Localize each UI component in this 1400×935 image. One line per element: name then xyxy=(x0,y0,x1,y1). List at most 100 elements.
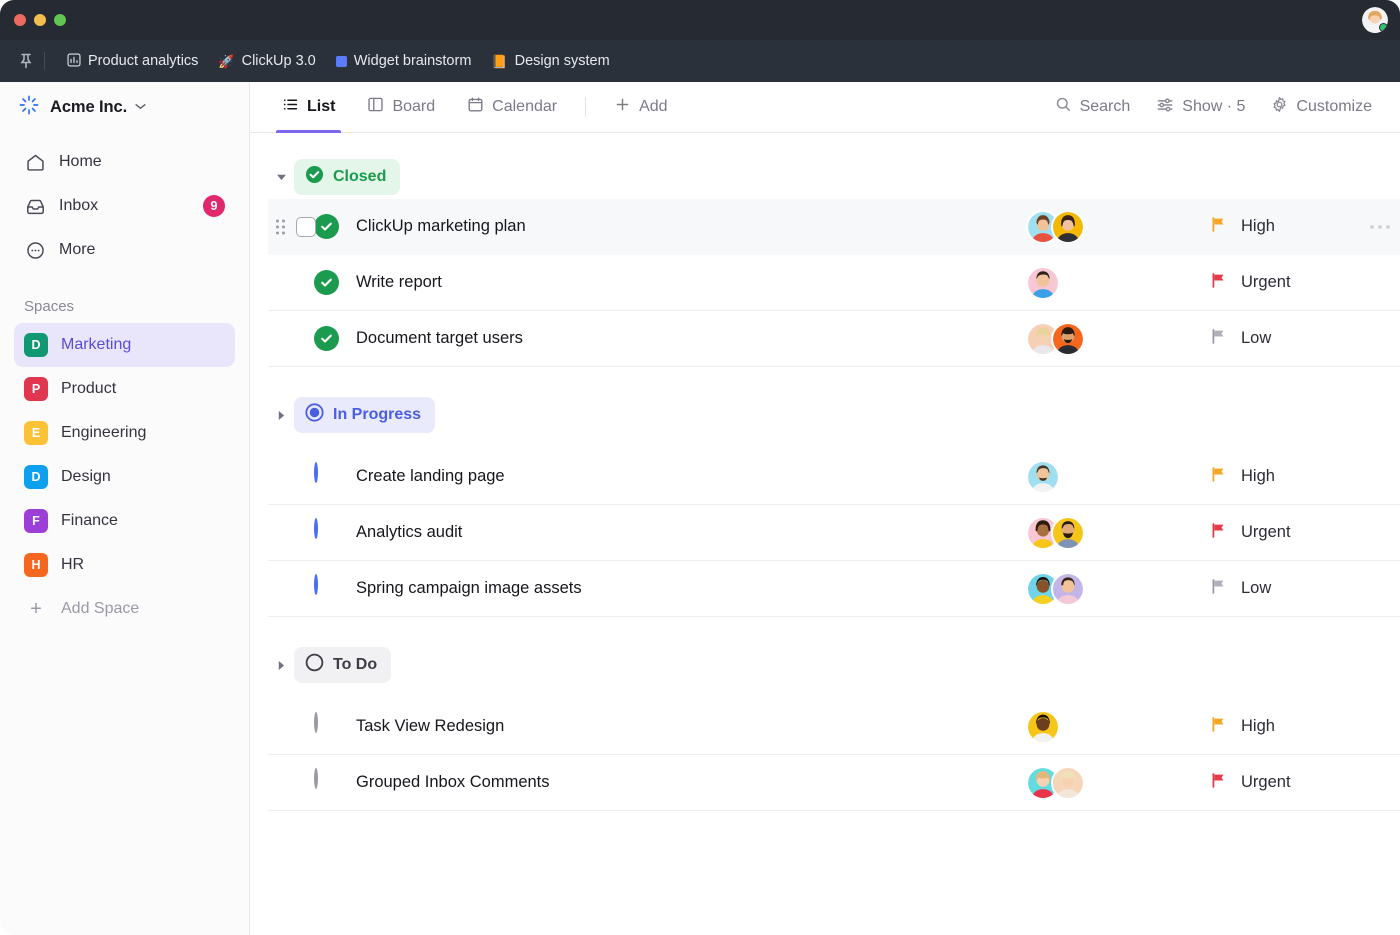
avatar[interactable] xyxy=(1051,210,1085,244)
task-name[interactable]: Task View Redesign xyxy=(356,717,1020,736)
task-name[interactable]: Write report xyxy=(356,273,1020,292)
pinned-tab-design-system[interactable]: 📙 Design system xyxy=(481,49,619,73)
assignee-group[interactable] xyxy=(1020,516,1190,550)
status-todo-icon[interactable] xyxy=(314,770,340,796)
status-open-icon[interactable] xyxy=(314,464,340,490)
status-done-icon[interactable] xyxy=(314,326,340,352)
spaces-heading: Spaces xyxy=(0,272,249,323)
assignee-group[interactable] xyxy=(1020,766,1190,800)
sidebar-item-more[interactable]: More xyxy=(14,228,235,272)
add-space-button[interactable]: + Add Space xyxy=(14,587,235,631)
search-button[interactable]: Search xyxy=(1045,90,1141,124)
tab-label: Calendar xyxy=(492,98,557,116)
avatar[interactable] xyxy=(1051,572,1085,606)
sidebar: Acme Inc. Home xyxy=(0,82,250,935)
group-header-to-do[interactable]: To Do xyxy=(250,643,1400,687)
priority-cell[interactable]: Low xyxy=(1190,328,1400,350)
sidebar-space-marketing[interactable]: D Marketing xyxy=(14,323,235,367)
row-more-menu[interactable] xyxy=(1370,225,1390,229)
maximize-window-button[interactable] xyxy=(54,14,66,26)
table-row[interactable]: Write report Urgent xyxy=(268,255,1400,311)
sidebar-space-engineering[interactable]: E Engineering xyxy=(14,411,235,455)
pinned-tab-widget-brainstorm[interactable]: Widget brainstorm xyxy=(326,49,482,73)
group-header-in-progress[interactable]: In Progress xyxy=(250,393,1400,437)
status-badge-in-progress[interactable]: In Progress xyxy=(294,397,435,433)
priority-cell[interactable]: High xyxy=(1190,466,1400,488)
status-todo-icon[interactable] xyxy=(314,714,340,740)
task-list: Closed ClickUp mark xyxy=(250,133,1400,935)
assignee-group[interactable] xyxy=(1020,710,1190,744)
expand-caret-icon[interactable] xyxy=(268,410,294,421)
table-row[interactable]: Analytics audit xyxy=(268,505,1400,561)
priority-flag-icon xyxy=(1210,272,1227,294)
status-open-icon[interactable] xyxy=(314,520,340,546)
workspace-switcher[interactable]: Acme Inc. xyxy=(0,82,249,132)
priority-cell[interactable]: High xyxy=(1190,216,1400,238)
status-done-icon[interactable] xyxy=(314,214,340,240)
assignee-group[interactable] xyxy=(1020,322,1190,356)
task-name[interactable]: Create landing page xyxy=(356,467,1020,486)
add-view-button[interactable]: Add xyxy=(600,82,681,132)
sidebar-space-finance[interactable]: F Finance xyxy=(14,499,235,543)
pin-icon[interactable] xyxy=(14,53,38,69)
show-filters-button[interactable]: Show · 5 xyxy=(1146,90,1255,125)
assignee-group[interactable] xyxy=(1020,572,1190,606)
pinned-tab-clickup-30[interactable]: 🚀 ClickUp 3.0 xyxy=(208,49,325,73)
priority-cell[interactable]: Urgent xyxy=(1190,272,1400,294)
current-user-avatar[interactable] xyxy=(1362,7,1388,33)
task-name[interactable]: ClickUp marketing plan xyxy=(356,217,1020,236)
priority-cell[interactable]: Urgent xyxy=(1190,522,1400,544)
table-row[interactable]: Spring campaign image assets xyxy=(268,561,1400,617)
minimize-window-button[interactable] xyxy=(34,14,46,26)
assignee-group[interactable] xyxy=(1020,266,1190,300)
avatar[interactable] xyxy=(1051,516,1085,550)
expand-caret-icon[interactable] xyxy=(268,660,294,671)
table-row[interactable]: Document target users xyxy=(268,311,1400,367)
pinned-tab-label: Product analytics xyxy=(88,53,198,69)
tab-board[interactable]: Board xyxy=(353,82,449,132)
avatar[interactable] xyxy=(1026,710,1060,744)
avatar[interactable] xyxy=(1026,266,1060,300)
table-row[interactable]: ClickUp marketing plan xyxy=(268,199,1400,255)
assignee-group[interactable] xyxy=(1020,460,1190,494)
sidebar-item-home[interactable]: Home xyxy=(14,140,235,184)
row-checkbox[interactable] xyxy=(296,217,316,237)
drag-handle[interactable] xyxy=(276,219,288,234)
group-spacer xyxy=(250,617,1400,643)
workspace-name: Acme Inc. xyxy=(50,98,127,117)
table-row[interactable]: Task View Redesign High xyxy=(268,699,1400,755)
assignee-group[interactable] xyxy=(1020,210,1190,244)
avatar[interactable] xyxy=(1026,460,1060,494)
priority-label: Urgent xyxy=(1241,273,1291,292)
sidebar-space-product[interactable]: P Product xyxy=(14,367,235,411)
table-row[interactable]: Create landing page High xyxy=(268,449,1400,505)
task-name[interactable]: Grouped Inbox Comments xyxy=(356,773,1020,792)
close-window-button[interactable] xyxy=(14,14,26,26)
priority-cell[interactable]: High xyxy=(1190,716,1400,738)
sidebar-item-inbox[interactable]: Inbox 9 xyxy=(14,184,235,228)
sidebar-space-design[interactable]: D Design xyxy=(14,455,235,499)
check-circle-filled-icon xyxy=(305,165,324,189)
tab-calendar[interactable]: Calendar xyxy=(453,82,571,132)
table-row[interactable]: Grouped Inbox Comments xyxy=(268,755,1400,811)
pinned-tab-product-analytics[interactable]: Product analytics xyxy=(57,49,208,73)
status-badge-to-do[interactable]: To Do xyxy=(294,647,391,683)
task-name[interactable]: Document target users xyxy=(356,329,1020,348)
priority-cell[interactable]: Urgent xyxy=(1190,772,1400,794)
sidebar-space-hr[interactable]: H HR xyxy=(14,543,235,587)
pinned-tab-label: Design system xyxy=(515,53,610,69)
status-badge-closed[interactable]: Closed xyxy=(294,159,400,195)
task-name[interactable]: Analytics audit xyxy=(356,523,1020,542)
customize-button[interactable]: Customize xyxy=(1261,90,1382,124)
group-header-closed[interactable]: Closed xyxy=(250,155,1400,199)
status-done-icon[interactable] xyxy=(314,270,340,296)
avatar[interactable] xyxy=(1051,766,1085,800)
task-name[interactable]: Spring campaign image assets xyxy=(356,579,1020,598)
tab-list[interactable]: List xyxy=(268,82,349,132)
group-rows-to-do: Task View Redesign High xyxy=(250,699,1400,811)
space-avatar: F xyxy=(24,509,48,533)
priority-cell[interactable]: Low xyxy=(1190,578,1400,600)
status-open-icon[interactable] xyxy=(314,576,340,602)
collapse-caret-icon[interactable] xyxy=(268,173,294,181)
avatar[interactable] xyxy=(1051,322,1085,356)
